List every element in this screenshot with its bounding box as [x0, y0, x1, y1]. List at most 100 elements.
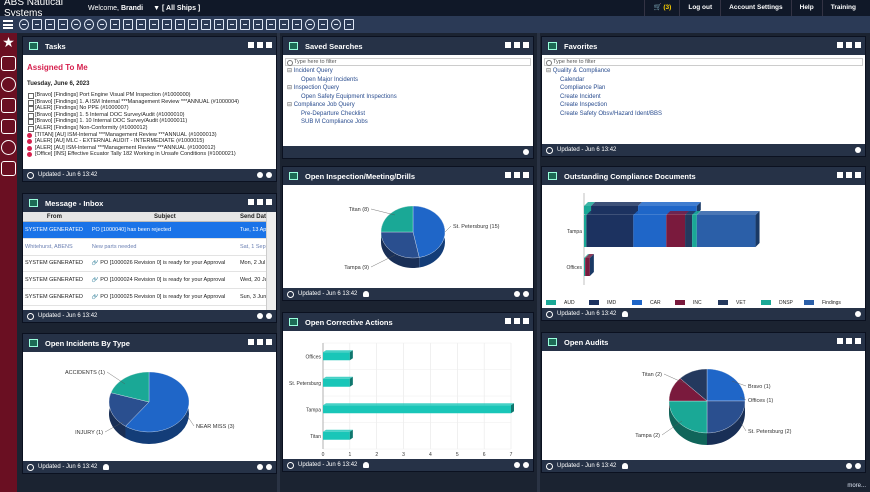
task-item[interactable]: [Bravo] [Findings] 1. A ISM Internal ***…: [23, 99, 276, 106]
ship-icon[interactable]: [292, 19, 302, 30]
task-item[interactable]: [TITAN] [AU] ISM-Internal ***Management …: [23, 132, 276, 139]
help-icon[interactable]: [257, 172, 263, 178]
tree-group[interactable]: Inspection Query: [287, 84, 533, 93]
lifebuoy-icon[interactable]: [1, 140, 16, 155]
search-icon[interactable]: [71, 19, 81, 30]
ship-filter[interactable]: ▼ [ All Ships ]: [153, 5, 200, 12]
legend-item[interactable]: Findings: [804, 300, 847, 306]
collapse-icon[interactable]: [505, 318, 511, 324]
refresh-icon[interactable]: [546, 310, 553, 318]
menu-icon[interactable]: [3, 20, 13, 29]
bed-icon[interactable]: [266, 19, 276, 30]
document-icon[interactable]: [175, 19, 185, 30]
task-item[interactable]: [Bravo] [Findings] Port Engine Visual PM…: [23, 92, 276, 99]
expand-icon[interactable]: [846, 172, 852, 178]
person-icon[interactable]: [279, 19, 289, 30]
ship-icon[interactable]: [1, 119, 16, 134]
legend-item[interactable]: AUD: [546, 300, 589, 306]
close-icon[interactable]: [266, 199, 272, 205]
user-document-icon[interactable]: [227, 19, 237, 30]
document-icon[interactable]: [123, 19, 133, 30]
expand-icon[interactable]: [257, 339, 263, 345]
close-icon[interactable]: [266, 339, 272, 345]
collapse-icon[interactable]: [837, 338, 843, 344]
globe-icon[interactable]: [305, 19, 315, 30]
lifebuoy-icon[interactable]: [1, 77, 16, 92]
tree-item[interactable]: Calendar: [546, 76, 865, 85]
windows-icon[interactable]: [1, 161, 16, 176]
tree-item[interactable]: Compliance Plan: [546, 84, 865, 93]
user-icon[interactable]: [622, 311, 629, 317]
bed-icon[interactable]: [253, 19, 263, 30]
help-icon[interactable]: [846, 463, 852, 469]
bar[interactable]: [323, 431, 350, 440]
training-link[interactable]: Training: [821, 0, 864, 16]
account-settings-link[interactable]: Account Settings: [720, 0, 790, 16]
legend-item[interactable]: CAR: [632, 300, 675, 306]
bar-segment[interactable]: [584, 215, 587, 247]
help-icon[interactable]: [514, 462, 520, 468]
refresh-icon[interactable]: [27, 463, 34, 471]
close-icon[interactable]: [523, 42, 529, 48]
tree-group[interactable]: Incident Query: [287, 67, 533, 76]
tree-group[interactable]: Compliance Job Query: [287, 101, 533, 110]
task-item[interactable]: [Office] [INS] Effective Ecuator Tally 1…: [23, 151, 276, 158]
expand-icon[interactable]: [514, 318, 520, 324]
task-item[interactable]: [ALER] [AU] MLC - EXTERNAL AUDIT - INTER…: [23, 138, 276, 145]
document-icon[interactable]: [1, 98, 16, 113]
close-icon[interactable]: [855, 338, 861, 344]
filter-input[interactable]: Type here to filter: [285, 58, 531, 66]
table-row[interactable]: Whitehurst, ABENS New parts needed Sat, 1 …: [23, 239, 276, 256]
document-icon[interactable]: [58, 19, 68, 30]
close-icon[interactable]: [266, 42, 272, 48]
zoom-in-icon[interactable]: [84, 19, 94, 30]
settings-icon[interactable]: [266, 313, 272, 319]
bar-segment[interactable]: [685, 215, 693, 247]
close-icon[interactable]: [855, 172, 861, 178]
document-icon[interactable]: [110, 19, 120, 30]
collapse-icon[interactable]: [837, 172, 843, 178]
user-icon[interactable]: [363, 291, 370, 297]
pie-slice[interactable]: [380, 205, 414, 233]
close-icon[interactable]: [523, 172, 529, 178]
settings-icon[interactable]: [855, 463, 861, 469]
expand-icon[interactable]: [514, 172, 520, 178]
expand-icon[interactable]: [257, 42, 263, 48]
user-icon[interactable]: [622, 463, 629, 469]
help-icon[interactable]: [855, 147, 861, 153]
zoom-out-icon[interactable]: [97, 19, 107, 30]
ship-icon[interactable]: [1, 56, 16, 71]
refresh-icon[interactable]: [287, 461, 294, 469]
expand-icon[interactable]: [514, 42, 520, 48]
column-divider[interactable]: [277, 33, 280, 492]
dashboard-icon[interactable]: [19, 19, 29, 30]
tree-group[interactable]: Quality & Compliance: [546, 67, 865, 76]
settings-icon[interactable]: [331, 19, 341, 30]
settings-icon[interactable]: [266, 464, 272, 470]
report-icon[interactable]: [32, 19, 42, 30]
document-icon[interactable]: [214, 19, 224, 30]
help-link[interactable]: Help: [790, 0, 822, 16]
document-icon[interactable]: [188, 19, 198, 30]
mail-icon[interactable]: [318, 19, 328, 30]
star-icon[interactable]: ★: [1, 35, 16, 50]
cart-button[interactable]: 🛒 (3): [644, 0, 679, 16]
pie-slice[interactable]: [706, 368, 746, 402]
table-row[interactable]: SYSTEM GENERATED PO [1000040] has been re…: [23, 222, 276, 239]
task-item[interactable]: [Bravo] [Findings] 1. 10 Internal DOC Su…: [23, 118, 276, 125]
logout-link[interactable]: Log out: [679, 0, 720, 16]
help-icon[interactable]: [257, 313, 263, 319]
tree-item[interactable]: SUB M Compliance Jobs: [287, 118, 533, 127]
tree-item[interactable]: Create Inspection: [546, 101, 865, 110]
bar[interactable]: [323, 405, 511, 414]
tree-item[interactable]: Open Safety Equipment Inspections: [287, 93, 533, 102]
task-item[interactable]: [ALER] [Findings] Non-Conformity (#10000…: [23, 125, 276, 132]
legend-item[interactable]: INC: [675, 300, 718, 306]
expand-icon[interactable]: [846, 42, 852, 48]
help-icon[interactable]: [855, 311, 861, 317]
legend-item[interactable]: DNSP: [761, 300, 804, 306]
bar-segment[interactable]: [692, 215, 697, 247]
bar[interactable]: [323, 378, 350, 387]
collapse-icon[interactable]: [505, 172, 511, 178]
settings-icon[interactable]: [266, 172, 272, 178]
